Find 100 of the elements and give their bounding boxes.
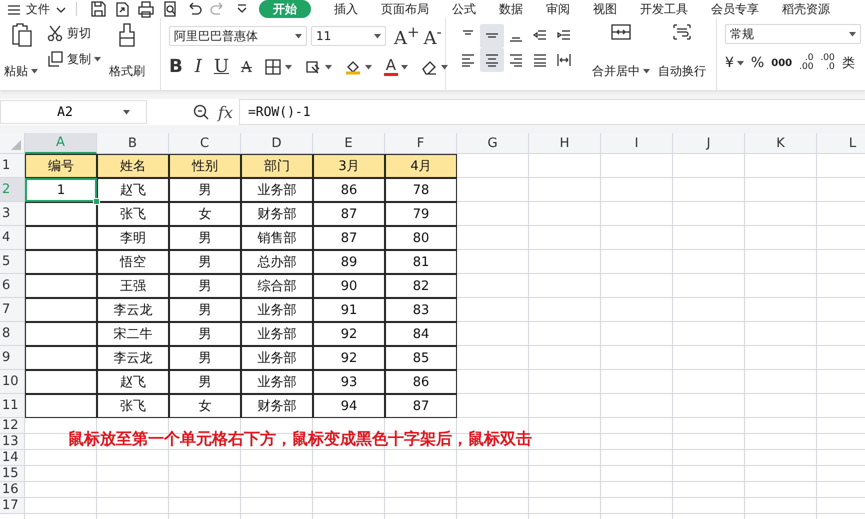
underline-button[interactable]: U (214, 58, 230, 76)
caret-icon (440, 64, 448, 70)
row-header[interactable]: 8 (0, 322, 25, 346)
merge-center-button[interactable]: 合并居中 (592, 63, 640, 80)
table-cell: 94 (313, 394, 385, 418)
column-header[interactable]: G (457, 133, 529, 154)
italic-button[interactable]: I (194, 58, 202, 76)
table-cell: 男 (169, 178, 241, 202)
caret-icon (122, 110, 130, 114)
table-cell: 84 (385, 322, 457, 346)
caret-icon (736, 60, 744, 66)
row-header[interactable]: 13 (0, 434, 25, 450)
table-cell: 男 (169, 298, 241, 322)
table-cell: 女 (169, 202, 241, 226)
row-header[interactable]: 9 (0, 346, 25, 370)
ribbon-tab[interactable]: 开发工具 (640, 0, 688, 18)
table-cell: 80 (385, 226, 457, 250)
format-painter-button[interactable]: 格式刷 (109, 63, 145, 80)
row-header[interactable]: 11 (0, 394, 25, 418)
increase-decimal-button[interactable]: .0 .00 (799, 54, 814, 72)
table-cell: 男 (169, 250, 241, 274)
ribbon-tab[interactable]: 数据 (499, 0, 523, 18)
font-name-dropdown[interactable]: 阿里巴巴普惠体 (169, 26, 307, 46)
align-middle-icon[interactable] (480, 24, 504, 48)
caret-icon (400, 64, 408, 70)
column-header[interactable]: L (817, 133, 865, 154)
ribbon-tab[interactable]: 稻壳资源 (782, 0, 830, 18)
merge-cells-icon[interactable] (610, 22, 632, 42)
row-header[interactable]: 1 (0, 154, 25, 178)
column-header[interactable]: D (241, 133, 313, 154)
formula-input[interactable]: =ROW()-1 (238, 99, 865, 125)
scissors-icon[interactable] (46, 24, 64, 42)
insert-function-button[interactable]: fx (218, 102, 233, 122)
number-format-dropdown[interactable]: 常规 (725, 24, 861, 44)
wrap-text-button[interactable]: 自动换行 (658, 63, 706, 80)
ribbon-tab[interactable]: 会员专享 (711, 0, 759, 18)
row-header[interactable]: 6 (0, 274, 25, 298)
column-header[interactable]: E (313, 133, 385, 154)
file-menu[interactable]: 文件 (26, 0, 50, 18)
table-cell: 女 (169, 394, 241, 418)
row-header[interactable]: 4 (0, 226, 25, 250)
row-header[interactable]: 12 (0, 418, 25, 434)
wrap-text-icon[interactable] (671, 22, 693, 42)
name-box[interactable]: A2 (0, 100, 147, 124)
fill-handle[interactable] (93, 198, 100, 205)
percent-button[interactable]: % (750, 55, 764, 71)
ribbon-tab[interactable]: 视图 (593, 0, 617, 18)
table-cell: 92 (313, 346, 385, 370)
decrease-decimal-button[interactable]: .00 .0 (820, 54, 835, 72)
grow-font-button[interactable]: A$^{+}$ (394, 24, 420, 48)
strikethrough-button[interactable]: A (241, 60, 252, 74)
column-header[interactable]: B (97, 133, 169, 154)
cut-button[interactable]: 剪切 (67, 24, 91, 42)
annotation-text: 鼠标放至第一个单元格右下方，鼠标变成黑色十字架后，鼠标双击 (68, 429, 532, 450)
table-cell: 业务部 (241, 178, 313, 202)
paste-button[interactable]: 粘贴 (4, 63, 28, 80)
table-cell: 83 (385, 298, 457, 322)
column-header[interactable]: J (673, 133, 745, 154)
zoom-icon[interactable] (192, 103, 210, 121)
currency-button[interactable]: ¥ (725, 55, 734, 71)
column-header[interactable]: K (745, 133, 817, 154)
align-center-icon[interactable] (480, 48, 504, 72)
ribbon-tab[interactable]: 公式 (452, 0, 476, 18)
table-cell: 87 (313, 202, 385, 226)
row-header[interactable]: 16 (0, 482, 25, 498)
thousands-separator-button[interactable]: 000 (771, 58, 792, 68)
column-header[interactable]: C (169, 133, 241, 154)
ribbon-label[interactable]: 类 (842, 54, 855, 72)
table-cell: 李明 (97, 226, 169, 250)
column-header[interactable]: H (529, 133, 601, 154)
font-size-dropdown[interactable]: 11 (311, 26, 386, 46)
table-cell: 91 (313, 298, 385, 322)
table-cell: 赵飞 (97, 370, 169, 394)
borders-icon[interactable] (264, 58, 282, 76)
row-header[interactable]: 17 (0, 498, 25, 514)
ribbon-tab[interactable]: 页面布局 (381, 0, 429, 18)
row-header[interactable]: 14 (0, 450, 25, 466)
table-cell: 86 (313, 178, 385, 202)
row-header[interactable]: 5 (0, 250, 25, 274)
table-cell: 悟空 (97, 250, 169, 274)
bold-button[interactable]: B (169, 58, 183, 76)
column-header[interactable]: I (601, 133, 673, 154)
row-header[interactable]: 7 (0, 298, 25, 322)
save-icon[interactable] (89, 0, 107, 18)
print-icon[interactable] (137, 0, 155, 18)
ribbon-tab[interactable]: 插入 (334, 0, 358, 18)
shrink-font-button[interactable]: A$^{-}$ (424, 24, 442, 48)
ribbon-tab[interactable]: 审阅 (546, 0, 570, 18)
row-header[interactable]: 10 (0, 370, 25, 394)
table-cell: 男 (169, 322, 241, 346)
copy-icon[interactable] (46, 50, 64, 68)
paintbrush-icon[interactable] (117, 22, 137, 48)
font-color-button[interactable]: A (384, 58, 398, 76)
table-cell: 男 (169, 274, 241, 298)
row-header[interactable]: 15 (0, 466, 25, 482)
row-header[interactable]: 3 (0, 202, 25, 226)
copy-button[interactable]: 复制 (67, 50, 91, 68)
table-cell: 81 (385, 250, 457, 274)
column-header[interactable]: F (385, 133, 457, 154)
table-cell: 90 (313, 274, 385, 298)
